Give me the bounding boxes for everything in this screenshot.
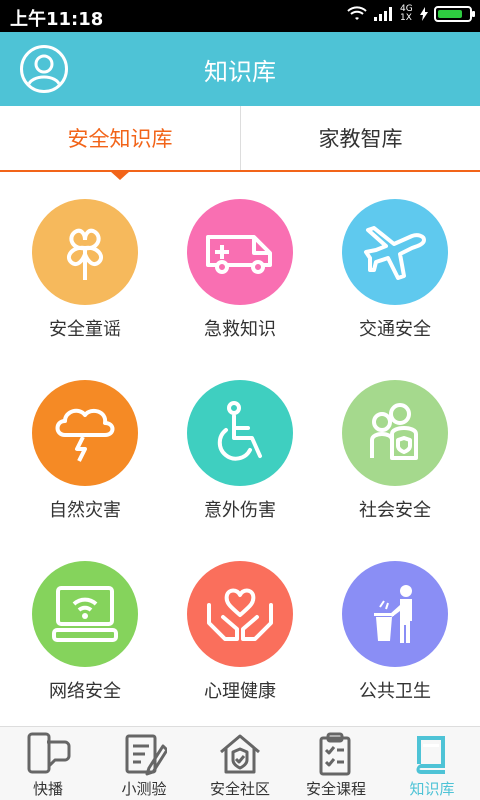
status-time: 上午11:18 — [10, 9, 104, 30]
category-label: 急救知识 — [204, 319, 276, 340]
heart-hands-icon — [207, 588, 273, 641]
book-icon — [416, 736, 445, 774]
category-label: 意外伤害 — [204, 500, 276, 521]
airplane-icon — [364, 226, 426, 280]
status-bar: 上午11:18 4G 1X — [0, 0, 480, 32]
page-title: 知识库 — [204, 58, 276, 86]
nav-item-safety-community[interactable]: 安全社区 — [192, 727, 288, 800]
nav-label: 知识库 — [409, 780, 455, 798]
category-traffic-safety[interactable]: 交通安全 — [315, 182, 475, 362]
bottom-navigation: 快播 小测验 安全社区 安全课程 知识库 — [0, 726, 480, 800]
category-label: 自然灾害 — [49, 500, 121, 521]
category-icon-bg — [187, 561, 293, 667]
category-accidental-injury[interactable]: 意外伤害 — [160, 363, 320, 543]
category-icon-bg — [342, 561, 448, 667]
charging-icon — [420, 7, 428, 21]
phone-chat-icon — [27, 732, 71, 774]
trash-person-icon — [374, 585, 412, 643]
app-header: 知识库 — [0, 32, 480, 106]
category-icon-bg — [32, 380, 138, 486]
category-first-aid[interactable]: 急救知识 — [160, 182, 320, 362]
family-shield-icon — [370, 403, 418, 460]
status-indicators: 4G 1X — [346, 4, 475, 23]
battery-icon — [434, 6, 475, 22]
clover-icon — [66, 228, 104, 280]
category-label: 心理健康 — [204, 681, 276, 702]
nav-label: 快播 — [32, 780, 63, 798]
category-icon-bg — [32, 199, 138, 305]
battery-level — [438, 10, 462, 18]
nav-item-knowledge-base[interactable]: 知识库 — [384, 727, 480, 800]
category-icon-bg — [32, 561, 138, 667]
category-grid: 安全童谣 急救知识 交通安全 自然灾害 意外伤害 社会安全 网络安全 心理健康 … — [0, 182, 480, 722]
category-icon-bg — [187, 199, 293, 305]
wifi-icon — [347, 6, 367, 20]
wifi-monitor-icon — [52, 586, 118, 642]
tab-bar: 安全知识库 家教智库 — [0, 106, 480, 172]
nav-label: 安全社区 — [209, 780, 270, 798]
category-icon-bg — [342, 380, 448, 486]
category-label: 公共卫生 — [359, 681, 431, 702]
category-natural-disaster[interactable]: 自然灾害 — [5, 363, 165, 543]
category-label: 社会安全 — [359, 500, 431, 521]
signal-icon — [374, 7, 392, 21]
category-nursery-rhymes[interactable]: 安全童谣 — [5, 182, 165, 362]
nav-item-quiz[interactable]: 小测验 — [96, 727, 192, 800]
category-public-health[interactable]: 公共卫生 — [315, 544, 475, 724]
tab-safety-knowledge[interactable]: 安全知识库 — [0, 106, 240, 170]
category-label: 安全童谣 — [49, 319, 121, 340]
category-social-safety[interactable]: 社会安全 — [315, 363, 475, 543]
category-icon-bg — [187, 380, 293, 486]
network-type: 4G 1X — [400, 4, 413, 23]
active-tab-indicator — [110, 171, 130, 180]
quiz-edit-icon — [125, 734, 167, 776]
nav-item-broadcast[interactable]: 快播 — [0, 727, 96, 800]
wheelchair-icon — [217, 401, 262, 461]
category-icon-bg — [342, 199, 448, 305]
category-internet-safety[interactable]: 网络安全 — [5, 544, 165, 724]
category-mental-health[interactable]: 心理健康 — [160, 544, 320, 724]
nav-label: 小测验 — [121, 780, 167, 798]
category-label: 网络安全 — [49, 681, 121, 702]
house-shield-icon — [220, 734, 260, 774]
category-label: 交通安全 — [359, 319, 431, 340]
storm-cloud-icon — [55, 408, 115, 462]
nav-item-safety-course[interactable]: 安全课程 — [288, 727, 384, 800]
tab-family-education[interactable]: 家教智库 — [240, 106, 480, 170]
clipboard-check-icon — [319, 732, 351, 776]
ambulance-icon — [206, 235, 272, 274]
nav-label: 安全课程 — [305, 780, 366, 798]
